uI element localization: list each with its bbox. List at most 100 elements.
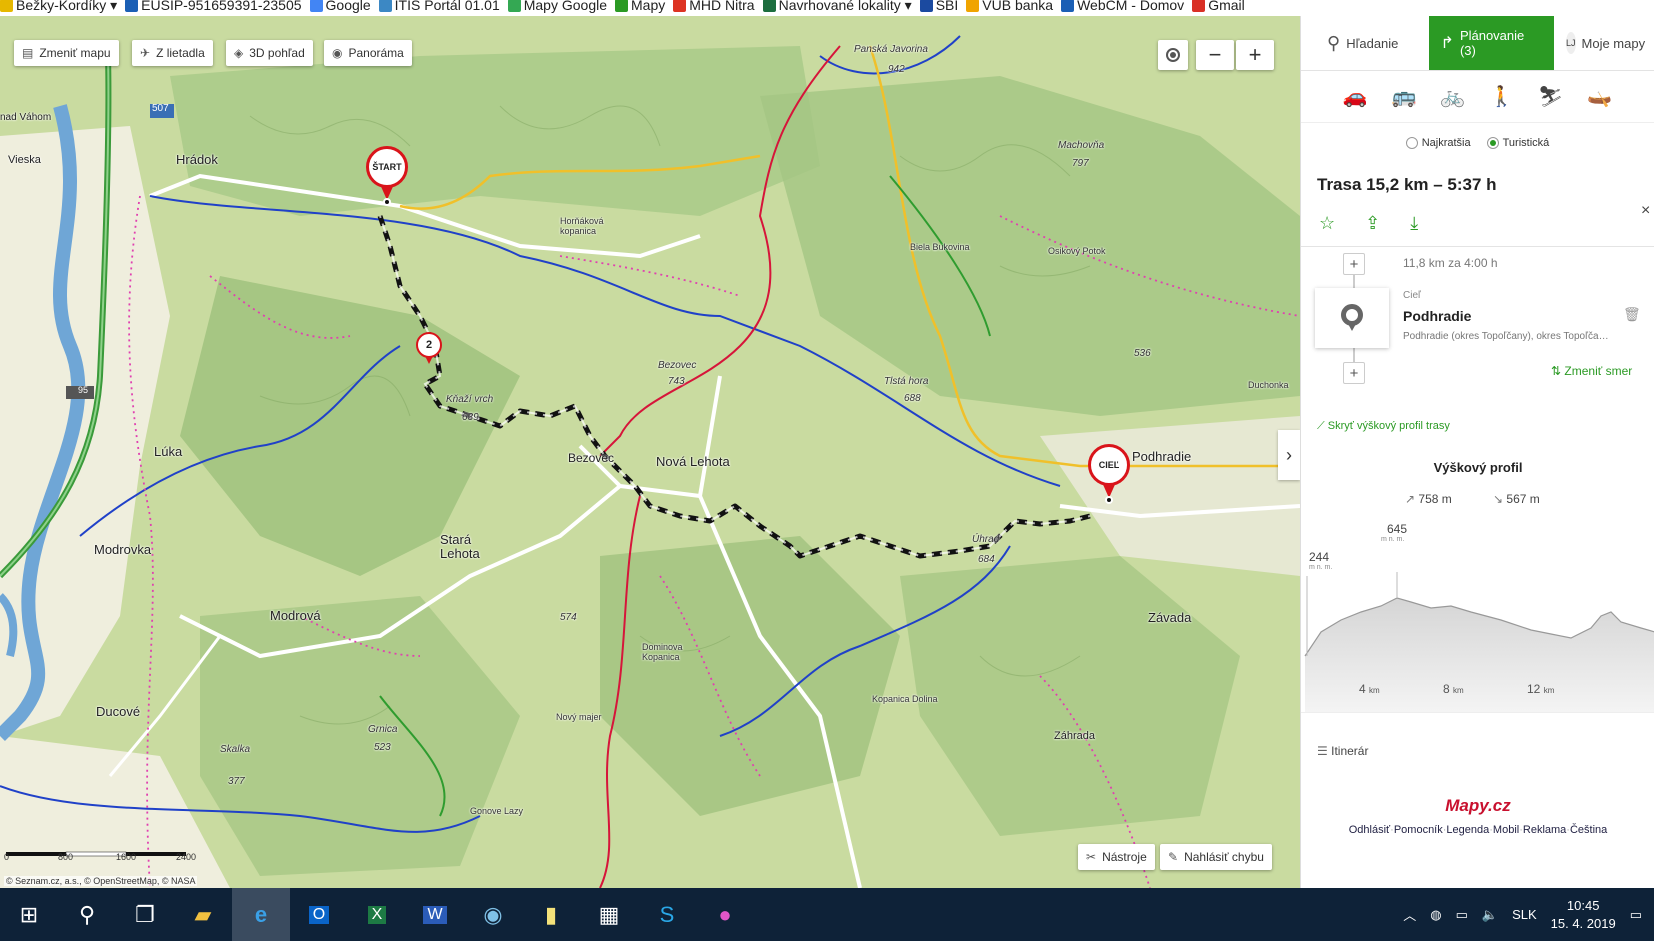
elevation-profile-chart[interactable] xyxy=(1301,572,1654,712)
swap-icon: ⇅ xyxy=(1551,364,1562,378)
collapse-panel-button[interactable]: › xyxy=(1278,430,1300,480)
footer-link[interactable]: Čeština xyxy=(1570,824,1607,836)
tab-my-maps[interactable]: LJ Moje mapy xyxy=(1554,16,1654,70)
footer-link[interactable]: Reklama xyxy=(1523,824,1566,836)
calculator-app[interactable]: ▦ xyxy=(580,888,638,941)
label-bezovec-peak-h: 743 xyxy=(668,376,685,387)
bookmark-item[interactable]: MHD Nitra xyxy=(673,0,755,13)
bookmark-item[interactable]: VUB banka xyxy=(966,0,1053,12)
add-waypoint-after-button[interactable]: + xyxy=(1343,362,1365,384)
bookmark-item[interactable]: Bežky-Kordíky ▾ xyxy=(0,0,117,12)
itinerary-link[interactable]: ☰ Itinerár xyxy=(1317,744,1368,758)
close-icon[interactable]: × xyxy=(1641,202,1650,220)
start-marker[interactable]: ŠTART xyxy=(364,146,410,206)
locate-button[interactable] xyxy=(1158,40,1188,70)
eye-app[interactable]: ◉ xyxy=(464,888,522,941)
bookmark-item[interactable]: EUSIP-951659391-23505 xyxy=(125,0,302,12)
scale-2400: 2400 xyxy=(176,852,197,862)
battery-icon[interactable]: ▭ xyxy=(1456,907,1468,923)
bike-icon[interactable]: 🚲 xyxy=(1440,84,1465,109)
profile-title: Výškový profil xyxy=(1433,460,1523,475)
chevron-right-icon: › xyxy=(1286,444,1292,465)
map-view[interactable]: ▤ Zmeniť mapu ✈ Z lietadla ◈ 3D pohľad ◉ Pan… xyxy=(0,16,1300,888)
footer-link[interactable]: Legenda xyxy=(1446,824,1489,836)
change-direction-label: Zmeniť smer xyxy=(1564,364,1633,378)
search-taskbar-button[interactable]: ⚲ xyxy=(58,888,116,941)
tools-button[interactable]: ✂ Nástroje xyxy=(1078,844,1155,870)
bookmarks-bar: Bežky-Kordíky ▾ EUSIP-951659391-23505 Goog… xyxy=(0,0,1654,16)
clock-time: 10:45 xyxy=(1566,897,1600,913)
panorama-button[interactable]: ◉ Panoráma xyxy=(324,40,412,66)
label-tlsta-hora: Tlstá hora xyxy=(884,376,929,387)
trash-icon[interactable]: 🗑 xyxy=(1623,306,1641,323)
aerial-button[interactable]: ✈ Z lietadla xyxy=(132,40,213,66)
bookmark-label: Navrhované lokality ▾ xyxy=(778,0,912,13)
destination-pin-card[interactable] xyxy=(1315,288,1389,348)
finish-marker[interactable]: CIEĽ xyxy=(1086,444,1132,504)
change-direction-button[interactable]: ⇅ Zmeniť smer xyxy=(1551,364,1632,378)
bookmark-item[interactable]: Mapy Google xyxy=(507,0,607,12)
bookmark-item[interactable]: WebCM - Domov xyxy=(1061,0,1184,12)
bus-icon[interactable]: 🚌 xyxy=(1392,84,1417,109)
zoom-out-button[interactable]: − xyxy=(1196,40,1234,70)
hide-profile-link[interactable]: ⟋ Skryť výškový profil trasy xyxy=(1317,420,1450,433)
sticky-notes-app[interactable]: ▮ xyxy=(522,888,580,941)
ie-app[interactable]: e xyxy=(232,888,290,941)
change-map-label: Zmeniť mapu xyxy=(39,46,111,60)
change-map-button[interactable]: ▤ Zmeniť mapu xyxy=(14,40,119,66)
avatar: LJ xyxy=(1566,32,1576,54)
start-altitude-unit: m n. m. xyxy=(1309,564,1333,571)
pencil-icon: ✎ xyxy=(1168,850,1179,864)
language-indicator[interactable]: SLK xyxy=(1512,907,1537,922)
bookmark-label: ITIS Portál 01.01 xyxy=(394,0,500,13)
word-app[interactable]: W xyxy=(406,888,464,941)
skype-app[interactable]: S xyxy=(638,888,696,941)
tab-planning[interactable]: ↱ Plánovanie (3) xyxy=(1428,16,1554,70)
tourist-radio[interactable]: Turistická xyxy=(1486,137,1550,149)
waypoint-marker[interactable]: 2 xyxy=(416,332,442,366)
notifications-icon[interactable]: ▭ xyxy=(1630,907,1642,923)
view3d-button[interactable]: ◈ 3D pohľad xyxy=(226,40,313,66)
bookmark-item[interactable]: Navrhované lokality ▾ xyxy=(762,0,912,13)
start-button[interactable]: ⊞ xyxy=(0,888,58,941)
label-hornakova-kopanica: Horňáková kopanica xyxy=(560,216,604,236)
task-view-button[interactable]: ❐ xyxy=(116,888,174,941)
report-error-button[interactable]: ✎ Nahlásiť chybu xyxy=(1160,844,1272,870)
bookmark-item[interactable]: Mapy xyxy=(615,0,665,12)
route-actions: ☆ ⇪ ⤓ xyxy=(1319,213,1654,234)
add-waypoint-before-button[interactable]: + xyxy=(1343,253,1365,275)
share-icon[interactable]: ⇪ xyxy=(1365,213,1380,234)
chevron-up-icon[interactable]: ︿ xyxy=(1403,905,1416,924)
bookmark-item[interactable]: Google xyxy=(309,0,371,12)
footer-link[interactable]: Pomocník xyxy=(1394,824,1443,836)
clock[interactable]: 10:45 15. 4. 2019 xyxy=(1551,897,1616,933)
bookmark-label: MHD Nitra xyxy=(689,0,755,13)
mapy-logo[interactable]: Mapy.cz xyxy=(1301,796,1654,816)
bookmark-item[interactable]: ITIS Portál 01.01 xyxy=(378,0,500,13)
download-icon[interactable]: ⤓ xyxy=(1410,213,1418,234)
zoom-in-button[interactable]: + xyxy=(1236,40,1274,70)
walk-icon[interactable]: 🚶 xyxy=(1489,84,1514,109)
excel-app[interactable]: X xyxy=(348,888,406,941)
ski-icon[interactable]: ⛷ xyxy=(1538,84,1563,109)
footer-link[interactable]: Mobil xyxy=(1493,824,1519,836)
destination-name[interactable]: Podhradie xyxy=(1403,308,1471,324)
bookmark-icon xyxy=(966,0,980,12)
tourist-label: Turistická xyxy=(1502,137,1550,149)
tab-search[interactable]: ⚲ Hľadanie xyxy=(1301,16,1429,70)
label-dominova-kopanica: Dominova Kopanica xyxy=(642,642,683,662)
label-biela-bukovina: Biela Bukovina xyxy=(910,242,970,252)
start-marker-label: ŠTART xyxy=(366,146,408,188)
bookmark-item[interactable]: Gmail xyxy=(1192,0,1245,12)
volume-icon[interactable]: 🔈 xyxy=(1482,907,1498,923)
paint-app[interactable]: ● xyxy=(696,888,754,941)
footer-link[interactable]: Odhlásiť xyxy=(1349,824,1390,836)
shortest-radio[interactable]: Najkratšia xyxy=(1405,137,1471,149)
explorer-app[interactable]: ▰ xyxy=(174,888,232,941)
star-icon[interactable]: ☆ xyxy=(1319,213,1335,234)
car-icon[interactable]: 🚗 xyxy=(1343,84,1368,109)
network-icon[interactable]: ◍ xyxy=(1430,907,1441,923)
outlook-app[interactable]: O xyxy=(290,888,348,941)
bookmark-item[interactable]: SBI xyxy=(919,0,958,12)
boat-icon[interactable]: 🛶 xyxy=(1587,84,1612,109)
